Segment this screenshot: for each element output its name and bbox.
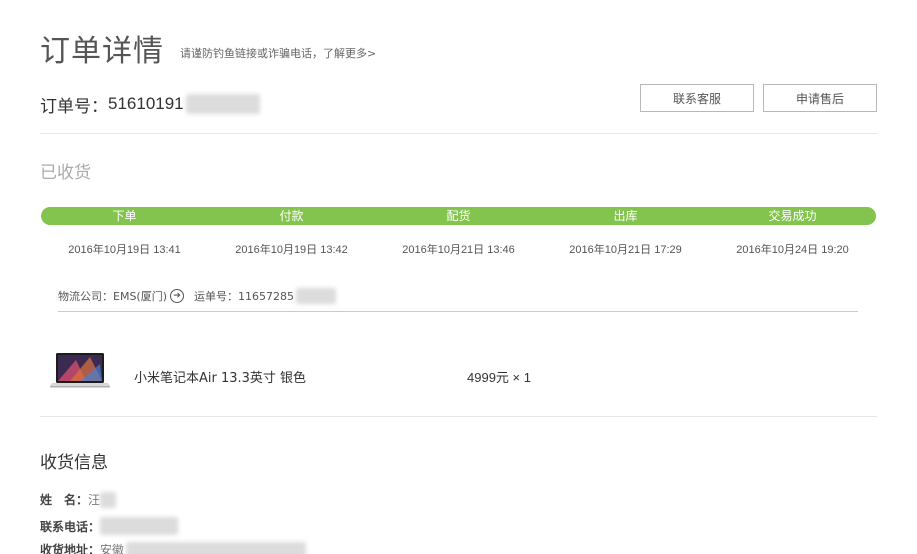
- progress-times: 2016年10月19日 13:41 2016年10月19日 13:42 2016…: [41, 241, 876, 257]
- progress-time-shipped: 2016年10月21日 17:29: [569, 244, 682, 256]
- progress-step-shipped: 出库: [613, 209, 638, 223]
- product-name[interactable]: 小米笔记本Air 13.3英寸 银色: [134, 367, 306, 386]
- redacted-address: [126, 541, 307, 554]
- product-price-quantity: 4999元 × 1: [467, 370, 531, 385]
- order-number: 51610191: [108, 94, 184, 113]
- progress-time-complete: 2016年10月24日 19:20: [736, 244, 849, 256]
- logistics-company-label: 物流公司：: [58, 290, 113, 303]
- arrow-right-circle-icon[interactable]: ➔: [170, 289, 185, 303]
- progress-step-order: 下单: [112, 209, 137, 223]
- progress-time-payment: 2016年10月19日 13:42: [235, 244, 348, 256]
- progress-time-picking: 2016年10月21日 13:46: [402, 244, 515, 256]
- progress-time-order: 2016年10月19日 13:41: [68, 244, 181, 256]
- progress-step-picking: 配货: [446, 209, 471, 223]
- logistics-company: EMS(厦门): [113, 290, 168, 303]
- product-laptop-image[interactable]: [50, 352, 110, 388]
- progress-step-payment: 付款: [279, 209, 304, 223]
- redacted-name: [100, 491, 117, 508]
- tracking-number: 11657285: [238, 289, 295, 303]
- recipient-name-label: 姓 名：: [40, 493, 89, 507]
- anti-fraud-link[interactable]: 请谨防钓鱼链接或诈骗电话，了解更多>: [180, 45, 376, 61]
- apply-aftersale-button[interactable]: 申请售后: [763, 84, 877, 112]
- recipient-phone-row: 联系电话：: [40, 517, 179, 535]
- redacted-phone: [100, 517, 179, 535]
- order-progress-bar: 下单 付款 配货 出库 交易成功: [41, 207, 876, 225]
- tracking-number-label: 运单号：: [194, 290, 239, 303]
- shipping-info-title: 收货信息: [40, 453, 108, 473]
- page-header: 订单详情 请谨防钓鱼链接或诈骗电话，了解更多>: [40, 26, 376, 70]
- progress-step-complete: 交易成功: [768, 209, 817, 223]
- logistics-info: 物流公司： EMS(厦门) ➔ 运单号： 11657285: [58, 288, 337, 304]
- order-number-label: 订单号：: [40, 96, 108, 117]
- order-number-row: 订单号： 51610191: [40, 91, 260, 117]
- recipient-phone-label: 联系电话：: [40, 519, 101, 534]
- recipient-address-row: 收货地址： 安徽: [40, 541, 307, 554]
- redacted-tracking-digits: [296, 288, 337, 304]
- page-title: 订单详情: [40, 34, 164, 69]
- logistics-divider: [58, 311, 858, 312]
- recipient-name-row: 姓 名： 汪: [40, 491, 117, 508]
- recipient-address: 安徽: [100, 543, 125, 554]
- divider: [40, 416, 877, 417]
- divider: [40, 133, 877, 134]
- redacted-order-digits: [185, 94, 260, 114]
- recipient-address-label: 收货地址：: [40, 543, 101, 554]
- order-status: 已收货: [40, 163, 91, 183]
- contact-service-button[interactable]: 联系客服: [640, 84, 754, 112]
- recipient-name: 汪: [88, 493, 101, 507]
